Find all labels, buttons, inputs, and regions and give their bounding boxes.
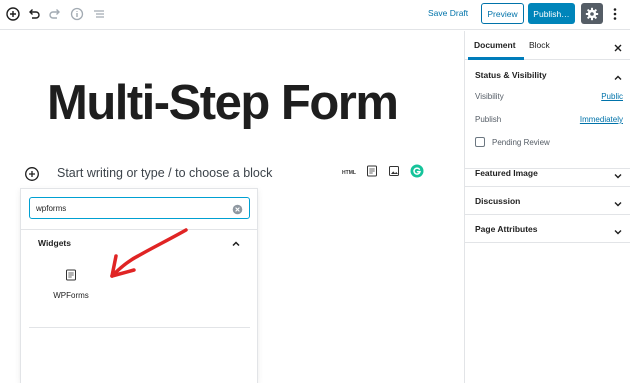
undo-icon[interactable]	[24, 4, 44, 24]
tab-document[interactable]: Document	[474, 40, 516, 50]
editor-toolbar: Save Draft Preview Publish…	[0, 0, 630, 30]
block-placeholder[interactable]: Start writing or type / to choose a bloc…	[57, 166, 272, 180]
grammarly-icon[interactable]	[410, 164, 424, 183]
add-block-icon	[25, 167, 39, 181]
settings-button[interactable]	[581, 3, 603, 24]
divider	[21, 229, 257, 230]
list-view-icon[interactable]	[89, 4, 109, 24]
widgets-panel-title[interactable]: Widgets	[38, 238, 71, 248]
divider	[29, 327, 250, 328]
info-icon[interactable]	[67, 4, 87, 24]
preview-button[interactable]: Preview	[481, 3, 524, 24]
page-attributes-panel[interactable]: Page Attributes	[465, 215, 630, 243]
chevron-up-icon[interactable]	[613, 70, 623, 80]
pending-review-checkbox[interactable]	[475, 137, 485, 147]
close-sidebar-button[interactable]	[613, 40, 623, 52]
publish-button[interactable]: Publish…	[528, 3, 575, 24]
chevron-up-icon[interactable]	[230, 237, 242, 249]
redo-icon[interactable]	[45, 4, 65, 24]
clear-search-icon[interactable]	[232, 202, 243, 215]
visibility-link[interactable]: Public	[601, 92, 623, 101]
quick-insert-icons: HTML	[342, 164, 424, 182]
status-visibility-title[interactable]: Status & Visibility	[475, 70, 547, 80]
pending-review-label: Pending Review	[492, 138, 550, 147]
settings-sidebar: Document Block Status & Visibility Visib…	[464, 31, 630, 383]
image-icon[interactable]	[388, 164, 400, 182]
add-block-icon[interactable]	[3, 4, 23, 24]
active-tab-indicator	[468, 57, 524, 60]
post-title[interactable]: Multi-Step Form	[47, 79, 399, 128]
discussion-title[interactable]: Discussion	[475, 196, 520, 206]
page-attributes-title[interactable]: Page Attributes	[475, 224, 538, 234]
publish-label: Publish	[475, 115, 502, 124]
save-draft-button[interactable]: Save Draft	[428, 8, 468, 18]
discussion-panel[interactable]: Discussion	[465, 187, 630, 215]
block-search-box	[29, 197, 250, 219]
block-item-wpforms[interactable]: WPForms	[47, 269, 95, 303]
sidebar-tabs: Document Block	[465, 31, 630, 60]
chevron-down-icon[interactable]	[613, 196, 623, 207]
featured-image-panel[interactable]: Featured Image	[465, 159, 630, 187]
chevron-down-icon[interactable]	[613, 224, 623, 235]
block-search-input[interactable]	[36, 201, 226, 215]
wpforms-icon	[66, 269, 76, 281]
gear-icon	[585, 7, 599, 20]
html-icon[interactable]: HTML	[342, 170, 356, 176]
block-inserter-toggle[interactable]	[24, 166, 40, 182]
block-item-label: WPForms	[53, 291, 89, 300]
chevron-down-icon[interactable]	[613, 168, 623, 179]
more-options-button[interactable]	[608, 4, 622, 24]
close-icon	[614, 44, 622, 52]
block-inserter-popover: Widgets WPForms	[20, 188, 258, 383]
tab-block[interactable]: Block	[529, 40, 550, 50]
status-visibility-panel: Status & Visibility Visibility Public Pu…	[465, 61, 630, 169]
visibility-label: Visibility	[475, 92, 504, 101]
publish-date-link[interactable]: Immediately	[580, 115, 623, 124]
more-vertical-icon	[613, 8, 617, 20]
featured-image-title[interactable]: Featured Image	[475, 168, 538, 178]
wpforms-icon[interactable]	[366, 164, 378, 182]
